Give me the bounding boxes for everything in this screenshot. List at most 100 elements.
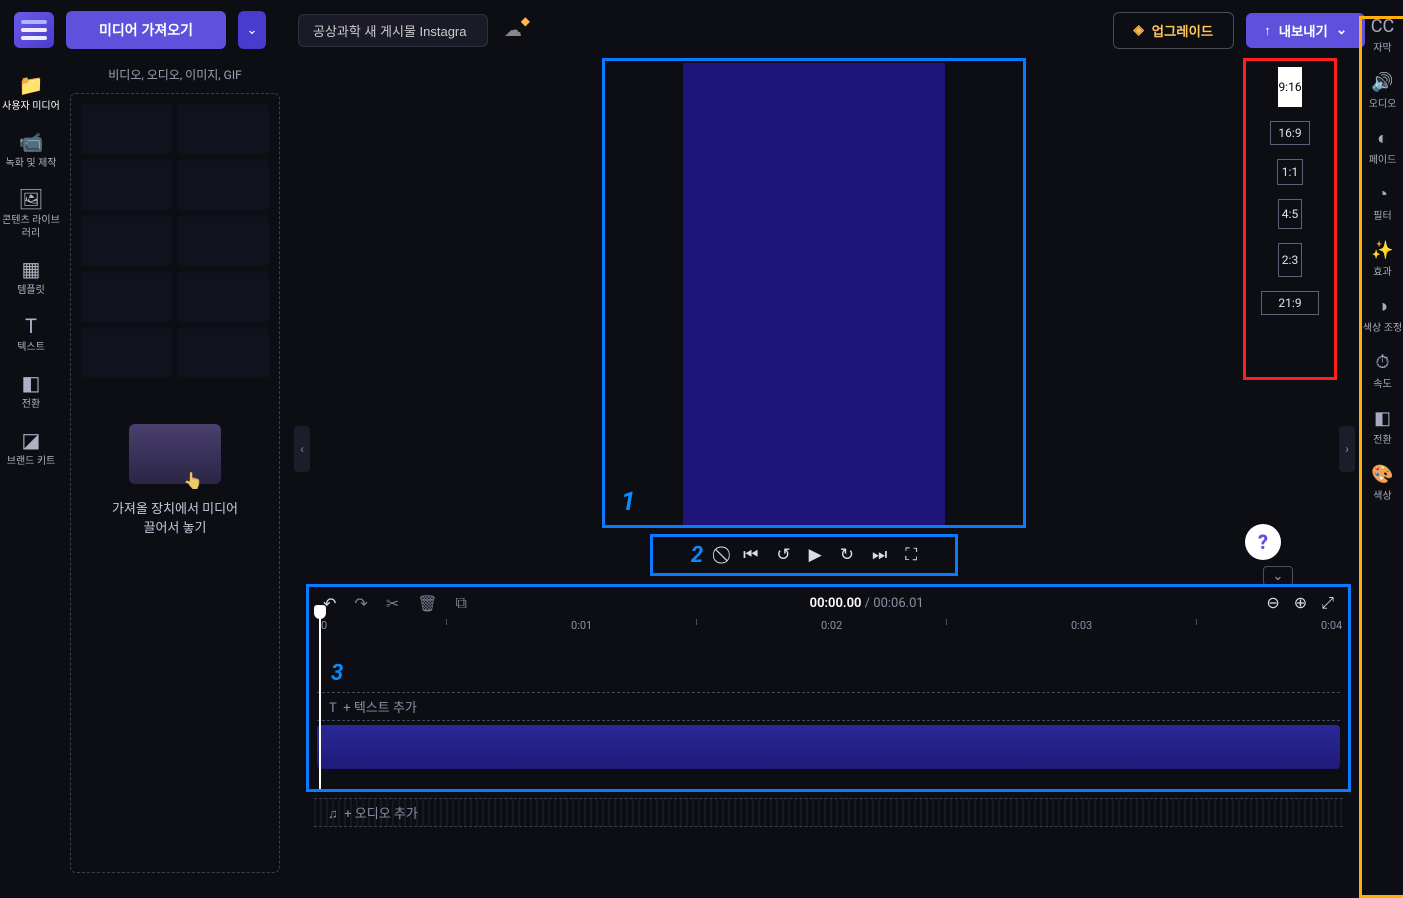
nav-icon: ◧ (2, 370, 60, 396)
nav-item-브랜드 키트[interactable]: ◪브랜드 키트 (0, 419, 62, 476)
media-dropzone[interactable]: 가져올 장치에서 미디어 끌어서 놓기 (70, 93, 280, 873)
annotation-number-1: 1 (621, 487, 635, 517)
rail-item-필터[interactable]: ◔필터 (1362, 175, 1403, 231)
preview-canvas[interactable] (683, 63, 945, 525)
rail-icon: 🎨 (1362, 464, 1403, 485)
timeline-timecode: 00:00.00 / 00:06.01 (485, 596, 1248, 611)
rail-item-색상[interactable]: 🎨색상 (1362, 455, 1403, 511)
audio-track-placeholder[interactable]: ♫ + 오디오 추가 (314, 798, 1343, 827)
preview-area-annotation-box: 1 (602, 58, 1026, 528)
chevron-down-icon: ⌄ (1336, 22, 1347, 38)
music-icon: ♫ (328, 807, 338, 822)
aspect-ratio-16:9[interactable]: 16:9 (1270, 121, 1310, 145)
media-thumb (81, 328, 172, 378)
collapse-right-panel[interactable]: › (1339, 426, 1355, 472)
rail-item-오디오[interactable]: 🔊오디오 (1362, 63, 1403, 119)
media-thumb (178, 216, 269, 266)
upgrade-button[interactable]: ◈업그레이드 (1113, 12, 1235, 49)
rail-icon: CC (1362, 16, 1403, 37)
forward-icon[interactable]: ↻ (840, 545, 854, 565)
drop-illustration (129, 424, 221, 484)
media-thumb (81, 216, 172, 266)
annotation-number-2: 2 (691, 543, 703, 568)
chevron-down-icon: ⌄ (246, 22, 257, 38)
import-media-button[interactable]: 미디어 가져오기 (66, 11, 226, 49)
play-icon[interactable]: ▶ (809, 545, 822, 565)
annotation-number-3: 3 (331, 661, 1354, 686)
nav-item-전환[interactable]: ◧전환 (0, 362, 62, 419)
rail-item-자막[interactable]: CC자막 (1362, 7, 1403, 63)
nav-icon: T (2, 313, 60, 339)
nav-icon: 🖼 (2, 186, 60, 212)
media-subtitle: 비디오, 오디오, 이미지, GIF (70, 60, 280, 93)
ruler-label: 0:04 (1321, 619, 1342, 632)
rail-item-색상 조정[interactable]: ◑색상 조정 (1362, 287, 1403, 343)
aspect-ratio-2:3[interactable]: 2:3 (1278, 243, 1302, 277)
media-panel: 비디오, 오디오, 이미지, GIF 가져올 장치에서 미디어 끌어서 놓기 (62, 60, 288, 898)
skip-end-icon[interactable]: ⏭ (872, 545, 887, 565)
ruler-label: 0 (321, 619, 327, 632)
ruler-label: 0:03 (1071, 619, 1092, 632)
fullscreen-icon[interactable]: ⛶ (905, 545, 917, 565)
cloud-sync-icon[interactable]: ☁◆ (504, 20, 522, 41)
video-clip[interactable] (317, 725, 1340, 769)
timeline-playhead[interactable] (319, 617, 321, 789)
diamond-icon: ◈ (1134, 22, 1144, 38)
aspect-collapse-button[interactable]: ⌄ (1263, 566, 1293, 586)
right-properties-rail-annotation-box: CC자막🔊오디오◐페이드◔필터✨효과◑색상 조정⏱속도◧전환🎨색상 (1359, 16, 1403, 898)
fit-timeline-button[interactable]: ⤢ (1321, 593, 1334, 613)
rail-icon: ◧ (1362, 408, 1403, 429)
nav-icon: 📹 (2, 129, 60, 155)
media-thumb (178, 104, 269, 154)
aspect-ratio-9:16[interactable]: 9:16 (1278, 67, 1302, 107)
aspect-ratio-4:5[interactable]: 4:5 (1278, 199, 1302, 229)
playback-controls-annotation-box: 2 ⃠ ⏮ ↺ ▶ ↻ ⏭ ⛶ (650, 534, 958, 576)
text-track-placeholder[interactable]: T + 텍스트 추가 (317, 692, 1340, 721)
rail-icon: ◑ (1362, 296, 1403, 317)
aspect-ratio-1:1[interactable]: 1:1 (1277, 159, 1303, 185)
import-dropdown-button[interactable]: ⌄ (238, 11, 266, 49)
premium-diamond-icon: ◆ (521, 14, 530, 28)
nav-item-콘텐츠 라이브러리[interactable]: 🖼콘텐츠 라이브러리 (0, 178, 62, 248)
duplicate-button[interactable]: ⧉ (456, 593, 467, 613)
ruler-label: 0:02 (821, 619, 842, 632)
nav-icon: ▦ (2, 256, 60, 282)
rail-icon: ◐ (1362, 128, 1403, 149)
drop-prompt: 가져올 장치에서 미디어 끌어서 놓기 (71, 424, 279, 536)
nav-item-사용자 미디어[interactable]: 📁사용자 미디어 (0, 64, 62, 121)
rail-item-속도[interactable]: ⏱속도 (1362, 343, 1403, 399)
rail-icon: ✨ (1362, 240, 1403, 261)
help-button[interactable]: ? (1245, 524, 1281, 560)
redo-button[interactable]: ↷ (354, 594, 367, 613)
rail-item-전환[interactable]: ◧전환 (1362, 399, 1403, 455)
ruler-label: 0:01 (571, 619, 592, 632)
rewind-icon[interactable]: ↺ (776, 545, 790, 565)
rail-item-효과[interactable]: ✨효과 (1362, 231, 1403, 287)
app-logo[interactable] (14, 12, 54, 48)
upload-icon: ↑ (1264, 23, 1271, 38)
nav-icon: 📁 (2, 72, 60, 98)
text-icon: T (329, 701, 337, 716)
project-title-input[interactable] (298, 14, 488, 47)
rail-item-페이드[interactable]: ◐페이드 (1362, 119, 1403, 175)
nav-item-텍스트[interactable]: T텍스트 (0, 305, 62, 362)
media-thumb (178, 328, 269, 378)
media-thumb (178, 160, 269, 210)
export-button[interactable]: ↑내보내기⌄ (1246, 13, 1365, 48)
zoom-out-button[interactable]: ⊖ (1266, 593, 1279, 613)
media-thumb (178, 272, 269, 322)
collapse-left-panel[interactable]: ‹ (294, 426, 310, 472)
cut-button[interactable]: ✂ (386, 594, 399, 613)
skip-start-icon[interactable]: ⏮ (743, 545, 758, 565)
delete-button[interactable]: 🗑 (417, 594, 437, 613)
media-thumb (81, 104, 172, 154)
zoom-in-button[interactable]: ⊕ (1294, 593, 1307, 613)
timeline-annotation-box: ↶ ↷ ✂ 🗑 ⧉ 00:00.00 / 00:06.01 ⊖ ⊕ ⤢ 00:0… (306, 584, 1351, 792)
left-navigation: 📁사용자 미디어📹녹화 및 제작🖼콘텐츠 라이브러리▦템플릿T텍스트◧전환◪브랜… (0, 60, 62, 898)
timeline-ruler[interactable]: 0 0:01 0:02 0:03 0:04 (309, 619, 1348, 637)
app-header: 미디어 가져오기 ⌄ ☁◆ ◈업그레이드 ↑내보내기⌄ (0, 0, 1403, 60)
media-thumb (81, 272, 172, 322)
aspect-ratio-21:9[interactable]: 21:9 (1261, 291, 1319, 315)
nav-item-템플릿[interactable]: ▦템플릿 (0, 248, 62, 305)
nav-item-녹화 및 제작[interactable]: 📹녹화 및 제작 (0, 121, 62, 178)
